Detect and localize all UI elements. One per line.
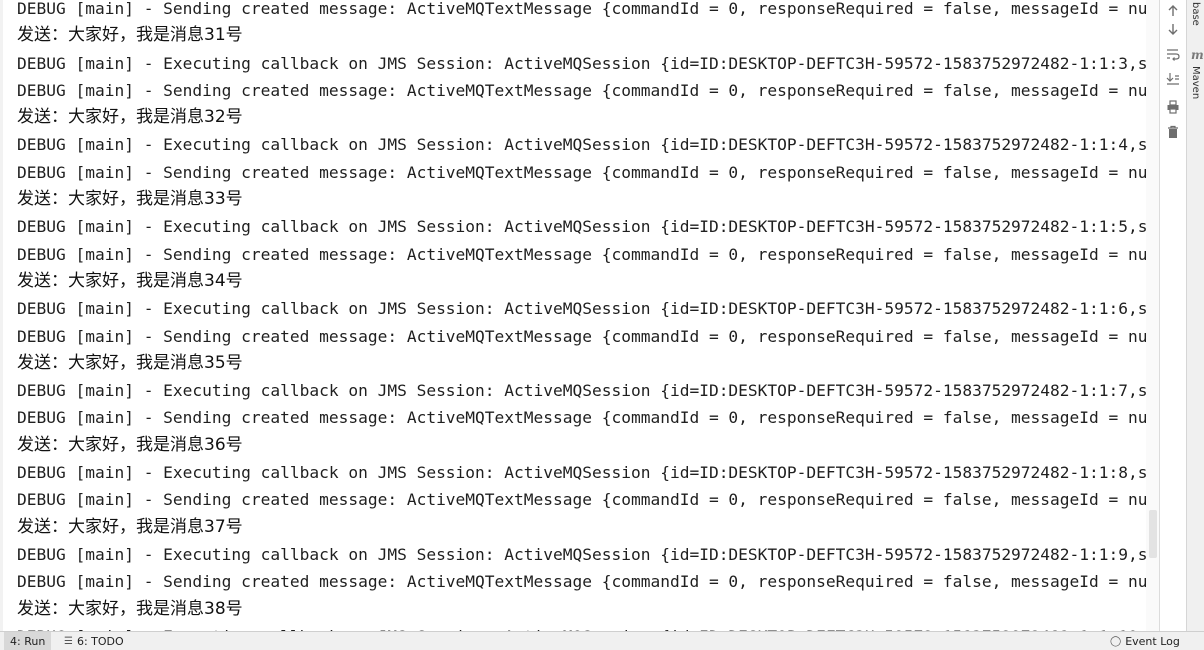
scroll-to-end-icon[interactable] xyxy=(1164,70,1182,88)
ide-window: DEBUG [main] - Sending created message: … xyxy=(0,0,1204,650)
console-debug-line: DEBUG [main] - Executing callback on JMS… xyxy=(17,623,1159,631)
console-output-line: 发送：大家好，我是消息31号 xyxy=(17,25,243,46)
console-debug-line: DEBUG [main] - Executing callback on JMS… xyxy=(17,381,1159,401)
todo-list-icon: ☰ xyxy=(64,636,73,647)
maven-icon[interactable]: m xyxy=(1191,48,1204,62)
console-debug-line: DEBUG [main] - Sending created message: … xyxy=(17,244,1159,264)
console-debug-line: DEBUG [main] - Sending created message: … xyxy=(17,326,1159,346)
console-debug-line: DEBUG [main] - Sending created message: … xyxy=(17,162,1159,182)
console-debug-line: DEBUG [main] - Executing callback on JMS… xyxy=(17,53,1159,73)
run-console[interactable]: DEBUG [main] - Sending created message: … xyxy=(0,0,1159,631)
console-debug-line: DEBUG [main] - Sending created message: … xyxy=(17,490,1159,510)
console-debug-line: DEBUG [main] - Sending created message: … xyxy=(17,0,1159,18)
console-debug-line: DEBUG [main] - Executing callback on JMS… xyxy=(17,217,1159,237)
console-output-line: 发送：大家好，我是消息37号 xyxy=(17,516,243,537)
console-gutter xyxy=(0,0,3,631)
console-output-line: 发送：大家好，我是消息36号 xyxy=(17,434,243,455)
todo-tab-label: 6: TODO xyxy=(76,635,124,648)
console-side-toolbar xyxy=(1159,0,1186,631)
console-debug-line: DEBUG [main] - Sending created message: … xyxy=(17,572,1159,592)
right-tool-strip: base m Maven xyxy=(1186,0,1204,631)
arrow-down-icon[interactable] xyxy=(1164,20,1182,38)
event-log-label: Event Log xyxy=(1125,635,1180,648)
run-tab-label: 4: Run xyxy=(10,635,46,648)
console-output-line: 发送：大家好，我是消息34号 xyxy=(17,270,243,291)
console-output-line: 发送：大家好，我是消息35号 xyxy=(17,352,243,373)
tab-todo[interactable]: ☰ 6: TODO xyxy=(58,632,130,650)
print-icon[interactable] xyxy=(1164,98,1182,116)
trash-icon[interactable] xyxy=(1164,123,1182,141)
console-lines: DEBUG [main] - Sending created message: … xyxy=(17,0,1159,631)
bottom-tool-bar: 4: Run ☰ 6: TODO ◯ Event Log xyxy=(0,631,1204,650)
console-debug-line: DEBUG [main] - Executing callback on JMS… xyxy=(17,463,1159,483)
console-debug-line: DEBUG [main] - Executing callback on JMS… xyxy=(17,135,1159,155)
tab-event-log[interactable]: ◯ Event Log xyxy=(1104,632,1186,650)
console-debug-line: DEBUG [main] - Sending created message: … xyxy=(17,80,1159,100)
event-log-icon: ◯ xyxy=(1110,636,1122,647)
soft-wrap-icon[interactable] xyxy=(1164,45,1182,63)
console-debug-line: DEBUG [main] - Executing callback on JMS… xyxy=(17,544,1159,564)
maven-tool-tab[interactable]: Maven xyxy=(1190,66,1201,99)
console-output-line: 发送：大家好，我是消息32号 xyxy=(17,107,243,128)
console-debug-line: DEBUG [main] - Sending created message: … xyxy=(17,408,1159,428)
console-debug-line: DEBUG [main] - Executing callback on JMS… xyxy=(17,299,1159,319)
database-tool-tab[interactable]: base xyxy=(1190,2,1201,26)
console-output-line: 发送：大家好，我是消息33号 xyxy=(17,189,243,210)
vertical-scrollbar-thumb[interactable] xyxy=(1149,510,1157,558)
tab-run[interactable]: 4: Run xyxy=(4,632,52,650)
console-output-line: 发送：大家好，我是消息38号 xyxy=(17,598,243,619)
arrow-up-icon[interactable] xyxy=(1164,2,1182,20)
